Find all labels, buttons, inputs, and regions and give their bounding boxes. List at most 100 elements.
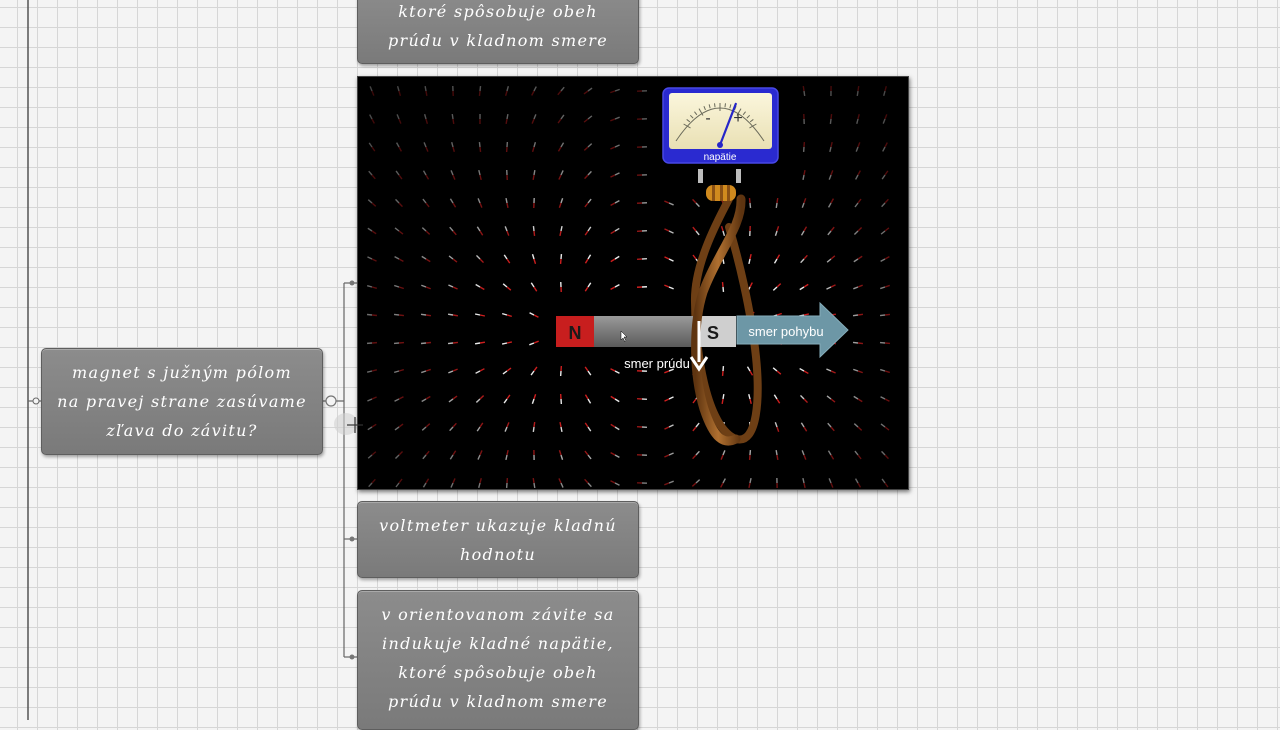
field-arrow-tail	[399, 231, 403, 234]
field-arrow-tail	[885, 171, 888, 175]
field-arrow-head	[854, 231, 858, 234]
field-arrow-tail	[831, 483, 833, 488]
field-arrow-tail	[480, 259, 484, 263]
field-arrow-tail	[777, 313, 782, 315]
field-arrow-tail	[534, 394, 536, 399]
field-arrow-tail	[804, 170, 805, 175]
field-arrow-head	[669, 287, 674, 289]
field-arrow-head	[534, 142, 535, 147]
field-arrow-tail	[664, 427, 669, 429]
field-arrow-head	[669, 203, 674, 205]
field-arrow-head	[531, 371, 534, 375]
field-arrow-head	[881, 259, 885, 261]
field-arrow-tail	[534, 315, 538, 317]
field-arrow-head	[502, 314, 507, 315]
field-arrow-head	[561, 87, 564, 91]
field-arrow-tail	[749, 198, 750, 203]
field-arrow-tail	[858, 343, 863, 344]
field-arrow-head	[368, 200, 372, 203]
coil-terminal	[706, 185, 736, 201]
field-arrow-head	[615, 228, 619, 231]
field-arrow-head	[828, 231, 831, 235]
field-arrow-head	[423, 199, 426, 203]
field-arrow-tail	[426, 175, 428, 179]
field-arrow-tail	[885, 143, 887, 147]
field-arrow-head	[367, 257, 372, 259]
field-arrow-head	[367, 371, 372, 372]
field-arrow-head	[775, 231, 777, 236]
field-arrow-tail	[534, 259, 535, 264]
field-arrow-tail	[507, 368, 511, 371]
field-arrow-head	[615, 399, 619, 402]
field-arrow-head	[588, 427, 591, 431]
field-arrow-head	[804, 91, 805, 96]
field-arrow-head	[561, 226, 562, 231]
node-text-line: ktoré spôsobuje obeh	[388, 0, 608, 26]
field-arrow-head	[588, 399, 591, 403]
field-arrow-tail	[831, 399, 835, 402]
field-arrow-tail	[507, 315, 512, 316]
field-arrow-tail	[372, 424, 376, 427]
field-arrow-head	[588, 255, 591, 259]
field-arrow-head	[534, 114, 536, 119]
field-arrow-head	[561, 115, 564, 119]
field-arrow-tail	[426, 119, 427, 124]
field-arrow-head	[529, 343, 534, 345]
field-arrow-head	[588, 371, 591, 375]
field-arrow-head	[881, 424, 885, 427]
node-text-line: hodnotu	[379, 540, 617, 569]
node-induction-note[interactable]: v orientovanom závite sa indukuje kladné…	[357, 590, 639, 730]
field-arrow-head	[397, 143, 399, 147]
field-arrow-tail	[777, 399, 780, 403]
field-arrow-tail	[453, 451, 456, 455]
field-arrow-tail	[453, 147, 454, 152]
field-arrow-tail	[610, 119, 615, 121]
field-arrow-tail	[831, 371, 836, 373]
field-arrow-head	[883, 119, 885, 124]
field-arrow-head	[615, 201, 619, 203]
field-arrow-tail	[560, 231, 561, 236]
field-arrow-tail	[480, 203, 482, 208]
simulation-image[interactable]: N S smer prúdu smer pohybu - + napäti	[357, 76, 909, 490]
field-arrow-tail	[722, 399, 723, 404]
field-arrow-head	[475, 314, 480, 315]
field-arrow-head	[800, 369, 804, 371]
field-arrow-head	[855, 203, 858, 207]
field-arrow-tail	[693, 399, 696, 403]
field-arrow-head	[451, 483, 453, 488]
field-arrow-tail	[426, 91, 427, 96]
field-arrow-tail	[777, 255, 780, 259]
field-arrow-head	[827, 259, 831, 262]
field-arrow-head	[396, 171, 399, 175]
field-arrow-tail	[506, 119, 507, 124]
field-arrow-head	[669, 453, 674, 455]
field-arrow-head	[507, 114, 508, 119]
node-question[interactable]: magnet s južným pólom na pravej strane z…	[41, 348, 323, 455]
node-top-partial[interactable]: ktoré spôsobuje obeh prúdu v kladnom sme…	[357, 0, 639, 64]
field-arrow-tail	[885, 228, 889, 231]
field-arrow-head	[448, 371, 453, 373]
node-voltmeter-note[interactable]: voltmeter ukazuje kladnú hodnotu	[357, 501, 639, 578]
field-arrow-head	[588, 171, 591, 175]
field-arrow-tail	[804, 198, 806, 203]
field-arrow-tail	[858, 199, 861, 203]
field-arrow-head	[881, 397, 885, 399]
field-arrow-tail	[885, 86, 886, 91]
field-arrow-tail	[664, 201, 669, 203]
field-arrow-tail	[532, 119, 534, 124]
motion-direction-label: smer pohybu	[748, 324, 823, 339]
field-arrow-tail	[480, 342, 485, 343]
field-arrow-head	[800, 395, 804, 399]
field-arrow-head	[421, 314, 426, 315]
field-arrow-head	[588, 483, 591, 487]
field-arrow-tail	[777, 371, 781, 374]
field-arrow-tail	[858, 399, 862, 402]
field-arrow-head	[423, 483, 426, 487]
field-arrow-tail	[831, 199, 833, 203]
field-arrow-tail	[831, 455, 834, 459]
field-arrow-tail	[611, 369, 615, 371]
field-arrow-head	[422, 399, 426, 402]
field-arrow-tail	[453, 203, 456, 207]
field-arrow-tail	[372, 147, 375, 151]
field-arrow-head	[856, 147, 858, 152]
